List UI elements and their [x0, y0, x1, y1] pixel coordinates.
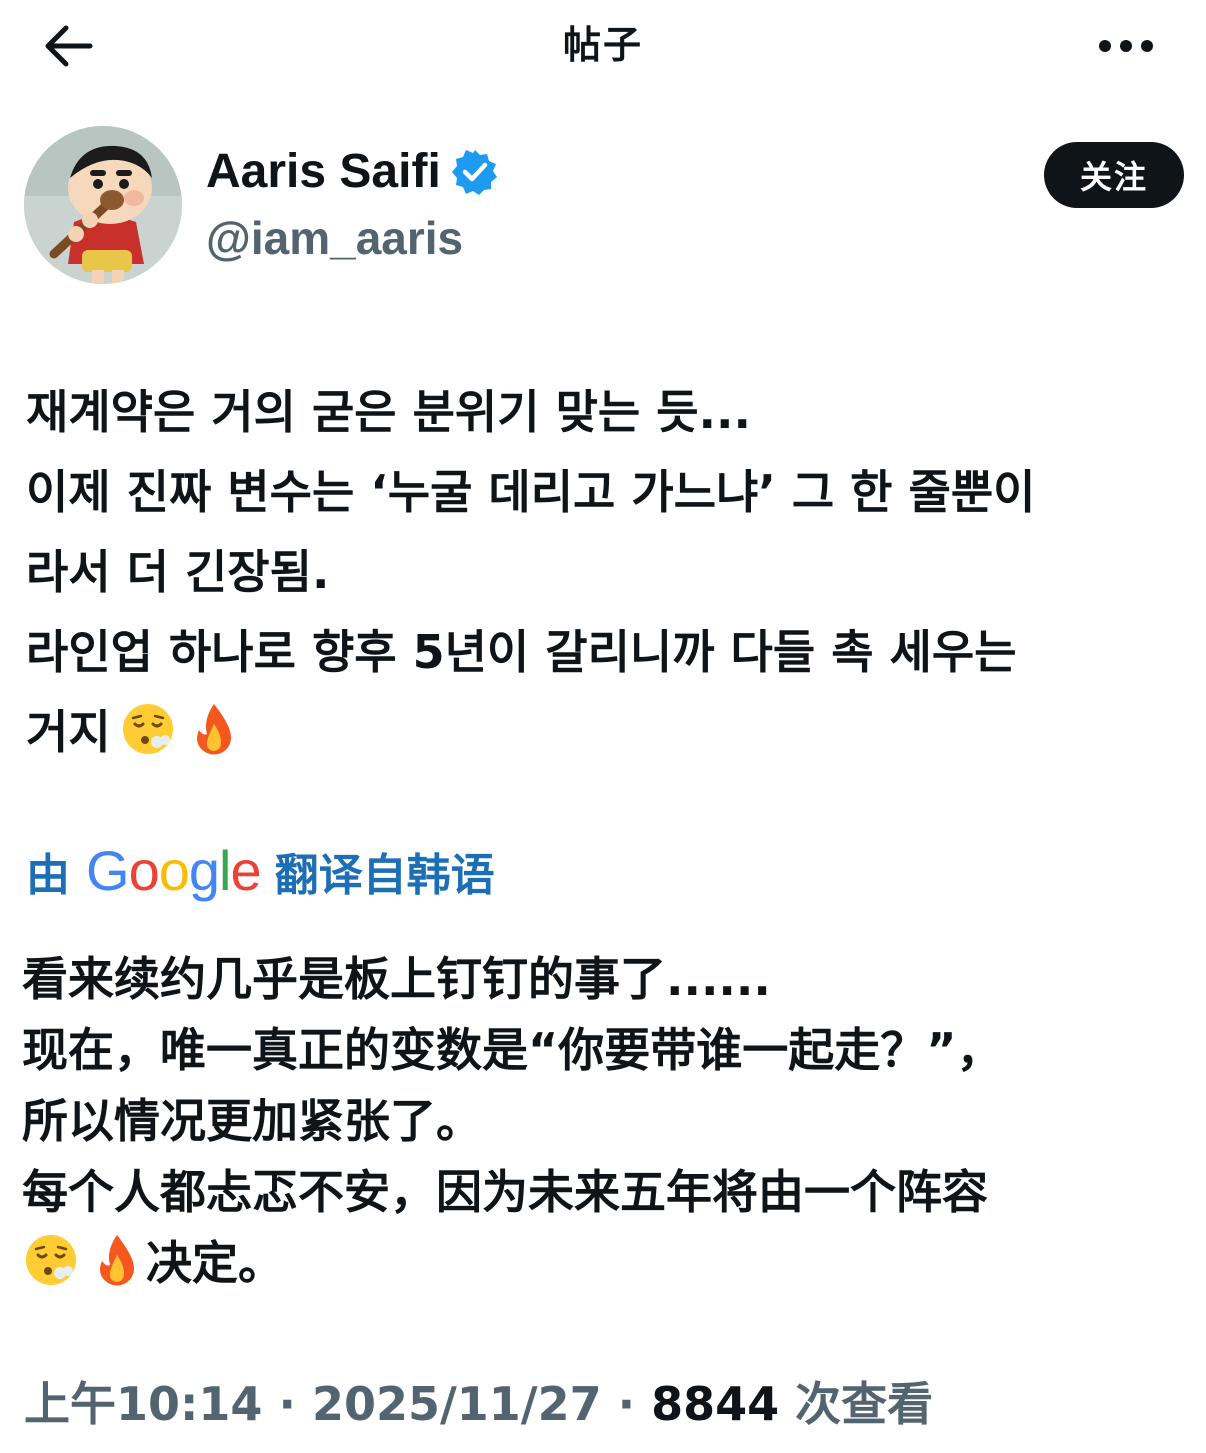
translated-line-text: 决定。 [146, 1236, 284, 1290]
fire-emoji [100, 1235, 134, 1286]
more-options-button[interactable] [1090, 18, 1162, 74]
more-horizontal-icon [1099, 40, 1153, 52]
meta-separator: · [617, 1377, 636, 1431]
face-exhaling-emoji [122, 704, 173, 754]
google-logo: Google [86, 839, 262, 902]
post-date[interactable]: 2025/11/27 [312, 1377, 602, 1431]
post-line: 재계약은 거의 굳은 분위기 맞는 듯... [26, 385, 751, 439]
translated-line: 现在，唯一真正的变数是“你要带谁一起走？”， [22, 1023, 1003, 1077]
display-name-row: Aaris Saifi [206, 142, 499, 202]
avatar[interactable] [24, 126, 182, 284]
translation-prefix: 由 [26, 849, 70, 901]
post-line-text: 거지 [26, 705, 111, 759]
translated-line-last: 决定。 [22, 1228, 1192, 1299]
post-line: 라서 더 긴장됨. [26, 545, 330, 599]
views-count: 8844 [651, 1377, 780, 1431]
face-exhaling-emoji [26, 1235, 76, 1285]
post-line-last: 거지 [26, 692, 1186, 772]
views-label: 次查看 [795, 1377, 934, 1431]
user-handle[interactable]: @iam_aaris [206, 210, 463, 266]
avatar-image [24, 126, 182, 284]
post-meta: 上午10:14 · 2025/11/27 · 8844 次查看 [24, 1372, 933, 1436]
fire-emoji [196, 704, 231, 755]
translated-line: 所以情况更加紧张了。 [22, 1094, 482, 1148]
post-text-original: 재계약은 거의 굳은 분위기 맞는 듯... 이제 진짜 변수는 ‘누굴 데리고… [26, 372, 1186, 772]
post-time[interactable]: 上午10:14 [24, 1377, 262, 1431]
translated-line: 看来续约几乎是板上钉钉的事了...... [22, 952, 771, 1006]
post-line: 라인업 하나로 향후 5년이 갈리니까 다들 촉 세우는 [26, 625, 1017, 679]
meta-separator: · [278, 1377, 296, 1431]
translated-line: 每个人都忐忑不安，因为未来五年将由一个阵容 [22, 1165, 988, 1219]
translation-attribution[interactable]: 由 Google 翻译自韩语 [26, 838, 495, 903]
translation-suffix: 翻译自韩语 [274, 849, 495, 901]
post-line: 이제 진짜 변수는 ‘누굴 데리고 가느냐’ 그 한 줄뿐이 [26, 465, 1036, 519]
post-author: Aaris Saifi @iam_aaris 关注 [24, 124, 1184, 284]
display-name[interactable]: Aaris Saifi [206, 142, 441, 202]
top-app-bar: 帖子 [0, 0, 1206, 92]
follow-button[interactable]: 关注 [1044, 142, 1184, 208]
page-title: 帖子 [562, 23, 643, 67]
post-text-translated: 看来续约几乎是板上钉钉的事了...... 现在，唯一真正的变数是“你要带谁一起走… [22, 944, 1192, 1299]
verified-badge-icon [451, 150, 497, 195]
